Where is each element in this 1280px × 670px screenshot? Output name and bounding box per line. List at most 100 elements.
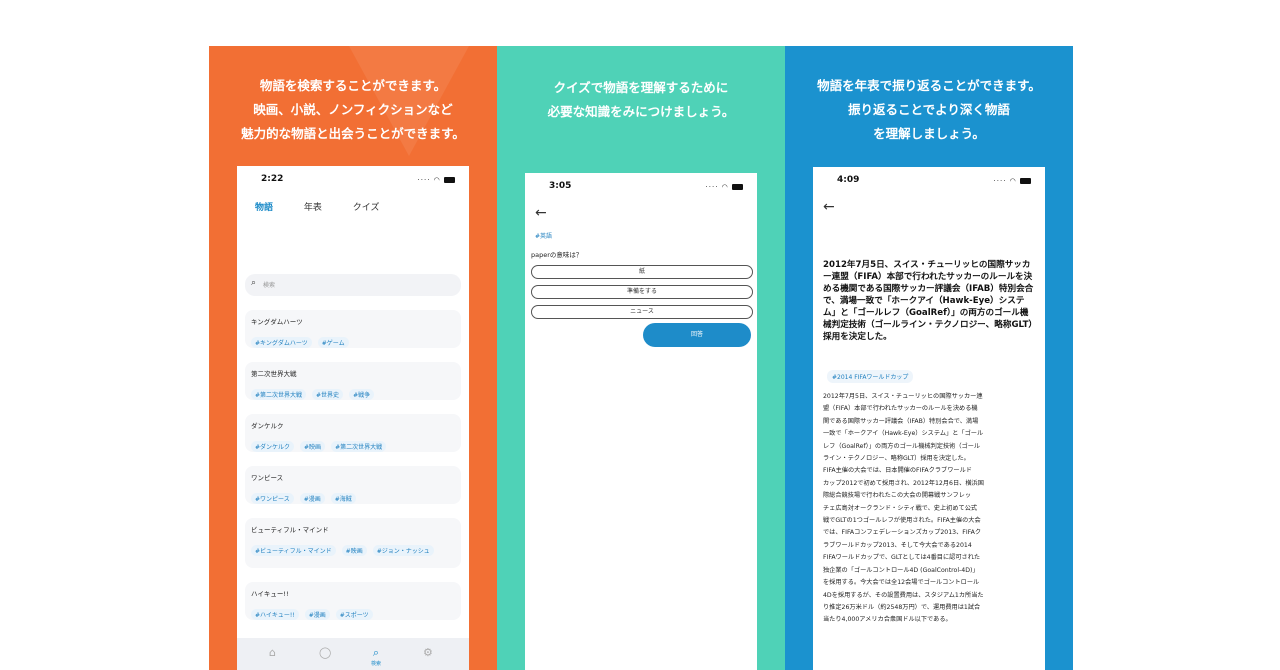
caption-line: 物語を検索することができます。 bbox=[259, 78, 447, 93]
signal-icon: ···· bbox=[993, 177, 1007, 185]
screenshot-page: 物語を検索することができます。 映画、小説、ノンフィクションなど 魅力的な物語と… bbox=[0, 0, 1280, 670]
tag[interactable]: #ビューティフル・マインド bbox=[251, 545, 336, 556]
tag[interactable]: #ゲーム bbox=[317, 337, 349, 348]
answer-button[interactable]: 回答 bbox=[643, 323, 751, 347]
list-item[interactable]: キングダムハーツ #キングダムハーツ #ゲーム bbox=[245, 310, 461, 348]
quiz-question: paperの意味は？ bbox=[531, 251, 583, 259]
body-line: 独企業の「ゴールコントロール4D (GoalControl-4D)」 bbox=[823, 566, 979, 574]
caption-line: 映画、小説、ノンフィクションなど bbox=[253, 102, 453, 117]
signal-icon: ···· bbox=[417, 176, 431, 184]
event-tag[interactable]: #2014 FIFAワールドカップ bbox=[827, 370, 914, 383]
body-line: 2012年7月5日、スイス・チューリッヒの国際サッカー連 bbox=[823, 393, 983, 400]
wifi-icon: ◠ bbox=[721, 183, 729, 191]
list-item[interactable]: ワンピース #ワンピース #漫画 #海賊 bbox=[245, 466, 461, 504]
back-arrow-icon[interactable]: ← bbox=[535, 205, 547, 221]
tag[interactable]: #第二次世界大戦 bbox=[251, 389, 307, 400]
panel-caption: 物語を検索することができます。 映画、小説、ノンフィクションなど 魅力的な物語と… bbox=[209, 74, 497, 146]
tag[interactable]: #海賊 bbox=[330, 493, 356, 504]
phone-screen: 2:22 ···· ◠ 物語 年表 クイズ ⌕ 検索 キングダムハーツ #キング… bbox=[237, 166, 469, 670]
body-line: 戦でGLTの1つゴールレフが使用された。FIFA主催の大会 bbox=[823, 517, 981, 525]
phone-screen: 3:05 ···· ◠ ← #英語 paperの意味は？ 紙 準備をする ニュー… bbox=[525, 173, 757, 670]
caption-line: 物語を年表で振り返ることができます。 bbox=[817, 78, 1041, 93]
tag[interactable]: #映画 bbox=[300, 441, 326, 452]
list-item[interactable]: ダンケルク #ダンケルク #映画 #第二次世界大戦 bbox=[245, 414, 461, 452]
event-body: 2012年7月5日、スイス・チューリッヒの国際サッカー連 盟（FIFA）本部で行… bbox=[823, 391, 1037, 627]
status-icons: ···· ◠ bbox=[706, 183, 743, 191]
item-title: キングダムハーツ bbox=[251, 318, 303, 326]
answer-option[interactable]: ニュース bbox=[531, 305, 753, 319]
bottom-tab-bar: ⌂ ◯ ⌕ 検索 ⚙ bbox=[237, 638, 469, 670]
tag[interactable]: #ダンケルク bbox=[251, 441, 295, 452]
tag[interactable]: #戦争 bbox=[349, 389, 375, 400]
wifi-icon: ◠ bbox=[1009, 177, 1017, 185]
search-icon: ⌕ bbox=[251, 278, 257, 288]
caption-line: を理解しましょう。 bbox=[873, 126, 985, 141]
feature-panel-search: 物語を検索することができます。 映画、小説、ノンフィクションなど 魅力的な物語と… bbox=[209, 46, 497, 670]
caption-line: クイズで物語を理解するために bbox=[553, 80, 729, 95]
search-placeholder: 検索 bbox=[263, 282, 276, 289]
body-line: ライン・テクノロジー、略称GLT）採用を決定した。 bbox=[823, 455, 970, 463]
status-bar: 3:05 ···· ◠ bbox=[525, 181, 757, 195]
tab-quiz[interactable]: クイズ bbox=[353, 203, 380, 213]
battery-icon bbox=[1020, 178, 1031, 184]
tag[interactable]: #キングダムハーツ bbox=[251, 337, 312, 348]
body-line: レフ（GoalRef）」の両方のゴール機械判定技術（ゴール bbox=[823, 442, 981, 450]
body-line: 4Dを採用するが、その設置費用は、スタジアム1カ所当た bbox=[823, 591, 984, 599]
tag[interactable]: #ジョン・ナッシュ bbox=[372, 545, 434, 556]
tag[interactable]: #スポーツ bbox=[335, 609, 373, 620]
feature-panel-quiz: クイズで物語を理解するために 必要な知識をみにつけましょう。 3:05 ····… bbox=[497, 46, 785, 670]
list-item[interactable]: ビューティフル・マインド #ビューティフル・マインド #映画 #ジョン・ナッシュ bbox=[245, 518, 461, 568]
body-line: 際総合競技場で行われたこの大会の開幕戦サンフレッ bbox=[823, 492, 972, 500]
tag[interactable]: #ワンピース bbox=[251, 493, 294, 504]
status-time: 3:05 bbox=[549, 181, 572, 191]
back-arrow-icon[interactable]: ← bbox=[823, 199, 835, 215]
body-line: 関である国際サッカー評議会（IFAB）特別会合で、満場 bbox=[823, 417, 979, 425]
home-icon[interactable]: ⌂ bbox=[269, 646, 276, 659]
search-icon: ⌕ bbox=[372, 646, 380, 659]
signal-icon: ···· bbox=[705, 183, 719, 191]
item-title: ビューティフル・マインド bbox=[251, 526, 329, 534]
body-line: 当たり4,000アメリカ合衆国ドル以下である。 bbox=[823, 616, 952, 624]
status-bar: 2:22 ···· ◠ bbox=[237, 174, 469, 188]
item-title: ハイキュー!! bbox=[251, 590, 289, 598]
tag[interactable]: #漫画 bbox=[299, 493, 325, 504]
tag[interactable]: #世界史 bbox=[312, 389, 344, 400]
status-icons: ···· ◠ bbox=[418, 176, 455, 184]
phone-screen: 4:09 ···· ◠ ← 2012年7月5日、スイス・チューリッヒの国際サッカ… bbox=[813, 167, 1045, 670]
tag[interactable]: #第二次世界大戦 bbox=[331, 441, 387, 452]
body-line: FIFA主催の大会では、日本開催のFIFAクラブワールド bbox=[823, 467, 972, 475]
tab-story[interactable]: 物語 bbox=[255, 203, 273, 213]
status-icons: ···· ◠ bbox=[994, 177, 1031, 185]
body-line: ラブワールドカップ2013、そして今大会である2014 bbox=[823, 541, 972, 549]
tab-timeline[interactable]: 年表 bbox=[304, 203, 322, 213]
tag[interactable]: #漫画 bbox=[304, 609, 330, 620]
body-line: 盟（FIFA）本部で行われたサッカーのルールを決める機 bbox=[823, 405, 978, 413]
body-line: FIFAワールドカップで、GLTとしては4番目に認可された bbox=[823, 554, 981, 562]
caption-line: 魅力的な物語と出会うことができます。 bbox=[241, 126, 465, 141]
tag[interactable]: #映画 bbox=[341, 545, 367, 556]
body-line: チェ広島対オークランド・シティ戦で、史上初めて公式 bbox=[823, 504, 978, 512]
tag[interactable]: #ハイキュー!! bbox=[251, 609, 299, 620]
search-tab-label: 検索 bbox=[371, 661, 382, 667]
item-title: ダンケルク bbox=[251, 422, 284, 430]
status-time: 4:09 bbox=[837, 175, 860, 185]
top-tabs: 物語 年表 クイズ bbox=[255, 200, 408, 213]
search-input[interactable]: ⌕ 検索 bbox=[245, 274, 461, 296]
list-item[interactable]: 第二次世界大戦 #第二次世界大戦 #世界史 #戦争 bbox=[245, 362, 461, 400]
event-headline: 2012年7月5日、スイス・チューリッヒの国際サッカー連盟（FIFA）本部で行わ… bbox=[823, 260, 1034, 342]
answer-option[interactable]: 準備をする bbox=[531, 285, 753, 299]
answer-option[interactable]: 紙 bbox=[531, 265, 753, 279]
body-line: カップ2012で初めて採用され、2012年12月6日、横浜国 bbox=[823, 479, 984, 487]
profile-icon[interactable]: ◯ bbox=[319, 646, 331, 659]
quiz-tag: #英語 bbox=[535, 233, 553, 240]
body-line: では、FIFAコンフェデレーションズカップ2013、FIFAク bbox=[823, 529, 982, 537]
settings-icon[interactable]: ⚙ bbox=[423, 646, 433, 659]
search-tab[interactable]: ⌕ 検索 bbox=[371, 646, 381, 667]
story-list: キングダムハーツ #キングダムハーツ #ゲーム 第二次世界大戦 #第二次世界大戦 #… bbox=[245, 310, 461, 634]
battery-icon bbox=[444, 177, 455, 183]
feature-panel-timeline: 物語を年表で振り返ることができます。 振り返ることでより深く物語 を理解しましょ… bbox=[785, 46, 1073, 670]
list-item[interactable]: ハイキュー!! #ハイキュー!! #漫画 #スポーツ bbox=[245, 582, 461, 620]
status-bar: 4:09 ···· ◠ bbox=[813, 175, 1045, 189]
caption-line: 必要な知識をみにつけましょう。 bbox=[547, 104, 735, 119]
body-line: を採用する。今大会では全12会場でゴールコントロール bbox=[823, 579, 980, 587]
